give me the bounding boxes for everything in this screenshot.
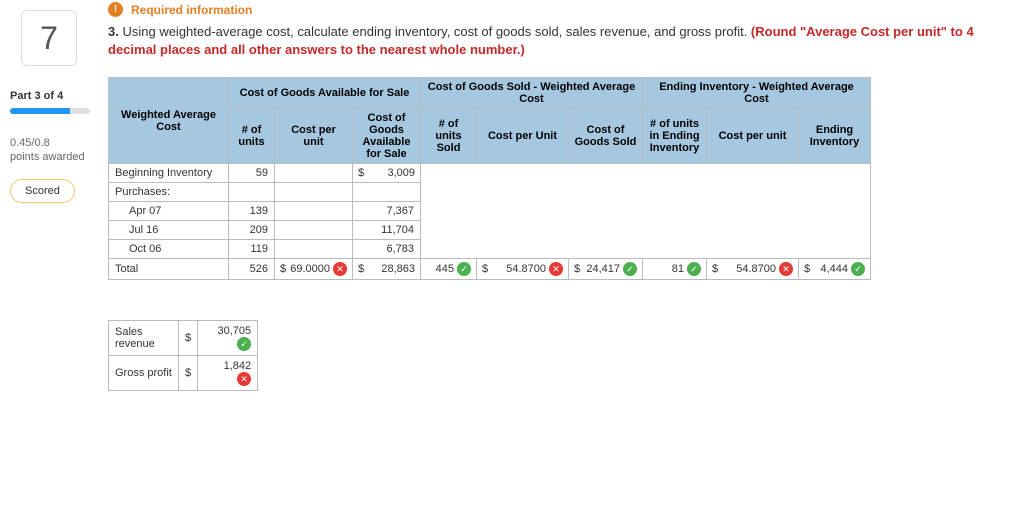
info-icon: ! (108, 2, 123, 17)
header-c2: Cost per unit (275, 109, 353, 164)
points-sub: points awarded (10, 151, 85, 163)
scored-button[interactable]: Scored (10, 179, 75, 203)
check-icon: ✓ (851, 262, 865, 276)
cga-value: 28,863 (364, 263, 415, 275)
cell-cga[interactable]: 11,704 (353, 221, 421, 240)
cell-units[interactable]: 59 (229, 164, 275, 183)
header-corner: Weighted Average Cost (109, 78, 229, 164)
header-group-2: Cost of Goods Sold - Weighted Average Co… (421, 78, 643, 109)
end-inv-value: 4,444 (810, 263, 848, 275)
points-value: 0.45/0.8 (10, 137, 50, 149)
cell-end-cpu[interactable]: $54.8700✕ (707, 259, 799, 280)
header-c8: Cost per unit (707, 109, 799, 164)
end-cpu-value: 54.8700 (718, 263, 776, 275)
question-body: Using weighted-average cost, calculate e… (122, 24, 750, 39)
gross-profit-cell[interactable]: 1,842 ✕ (198, 356, 258, 391)
header-c7: # of units in Ending Inventory (643, 109, 707, 164)
progress-bar (10, 108, 90, 114)
cell-units[interactable]: 139 (229, 202, 275, 221)
cell-sold-cpu[interactable]: $54.8700✕ (477, 259, 569, 280)
question-number: 7 (21, 10, 77, 66)
cell-empty[interactable] (275, 183, 353, 202)
row-label: Sales revenue (109, 321, 179, 356)
empty-region (421, 164, 871, 259)
row-label: Purchases: (109, 183, 229, 202)
summary-table: Sales revenue $ 30,705 ✓ Gross profit $ … (108, 320, 258, 391)
check-icon: ✓ (687, 262, 701, 276)
sold-units-value: 445 (426, 263, 454, 275)
check-icon: ✓ (457, 262, 471, 276)
row-label: Beginning Inventory (109, 164, 229, 183)
cell-empty[interactable] (353, 183, 421, 202)
end-units-value: 81 (648, 263, 684, 275)
wrong-icon: ✕ (237, 372, 251, 386)
header-group-1: Cost of Goods Available for Sale (229, 78, 421, 109)
table-row: Beginning Inventory 59 $3,009 (109, 164, 871, 183)
check-icon: ✓ (623, 262, 637, 276)
cell-cga[interactable]: 6,783 (353, 240, 421, 259)
cell-units[interactable]: 119 (229, 240, 275, 259)
cell-cogs[interactable]: $24,417✓ (569, 259, 643, 280)
row-label: Oct 06 (109, 240, 229, 259)
cell-empty[interactable] (229, 183, 275, 202)
cell-units[interactable]: 209 (229, 221, 275, 240)
dollar-sign: $ (179, 321, 198, 356)
cell-cga[interactable]: $3,009 (353, 164, 421, 183)
header-c5: Cost per Unit (477, 109, 569, 164)
header-c3: Cost of Goods Available for Sale (353, 109, 421, 164)
cell-empty[interactable] (275, 202, 353, 221)
wrong-icon: ✕ (333, 262, 347, 276)
points-awarded: 0.45/0.8 points awarded (6, 136, 92, 165)
sales-revenue-value: 30,705 (217, 325, 251, 337)
check-icon: ✓ (237, 337, 251, 351)
cell-cpu[interactable]: $69.0000✕ (275, 259, 353, 280)
cogs-value: 24,417 (580, 263, 620, 275)
part-label: Part 3 of 4 (6, 90, 92, 102)
question-text: 3. Using weighted-average cost, calculat… (108, 23, 1024, 59)
table-row-total: Total 526 $69.0000✕ $28,863 445✓ $54.870… (109, 259, 871, 280)
main-table: Weighted Average Cost Cost of Goods Avai… (108, 77, 871, 280)
table-row: Gross profit $ 1,842 ✕ (109, 356, 258, 391)
cell-end-inv[interactable]: $4,444✓ (799, 259, 871, 280)
header-c1: # of units (229, 109, 275, 164)
cell-empty[interactable] (275, 164, 353, 183)
gross-profit-value: 1,842 (224, 360, 252, 372)
cell-sold-units[interactable]: 445✓ (421, 259, 477, 280)
header-group-3: Ending Inventory - Weighted Average Cost (643, 78, 871, 109)
part-label-text: Part 3 of 4 (10, 90, 63, 102)
table-row: Sales revenue $ 30,705 ✓ (109, 321, 258, 356)
cell-empty[interactable] (275, 240, 353, 259)
row-label: Jul 16 (109, 221, 229, 240)
cell-end-units[interactable]: 81✓ (643, 259, 707, 280)
sold-cpu-value: 54.8700 (488, 263, 546, 275)
row-label: Apr 07 (109, 202, 229, 221)
question-number-inline: 3. (108, 24, 122, 39)
dollar-sign: $ (179, 356, 198, 391)
cpu-value: 69.0000 (286, 263, 330, 275)
cga-value: 3,009 (364, 167, 415, 179)
cell-units: 526 (229, 259, 275, 280)
header-c9: Ending Inventory (799, 109, 871, 164)
required-label: Required information (131, 3, 252, 17)
cell-cga[interactable]: 7,367 (353, 202, 421, 221)
sales-revenue-cell[interactable]: 30,705 ✓ (198, 321, 258, 356)
row-label: Total (109, 259, 229, 280)
header-c4: # of units Sold (421, 109, 477, 164)
header-c6: Cost of Goods Sold (569, 109, 643, 164)
wrong-icon: ✕ (779, 262, 793, 276)
cell-empty[interactable] (275, 221, 353, 240)
cell-cga: $28,863 (353, 259, 421, 280)
wrong-icon: ✕ (549, 262, 563, 276)
progress-fill (10, 108, 70, 114)
row-label: Gross profit (109, 356, 179, 391)
